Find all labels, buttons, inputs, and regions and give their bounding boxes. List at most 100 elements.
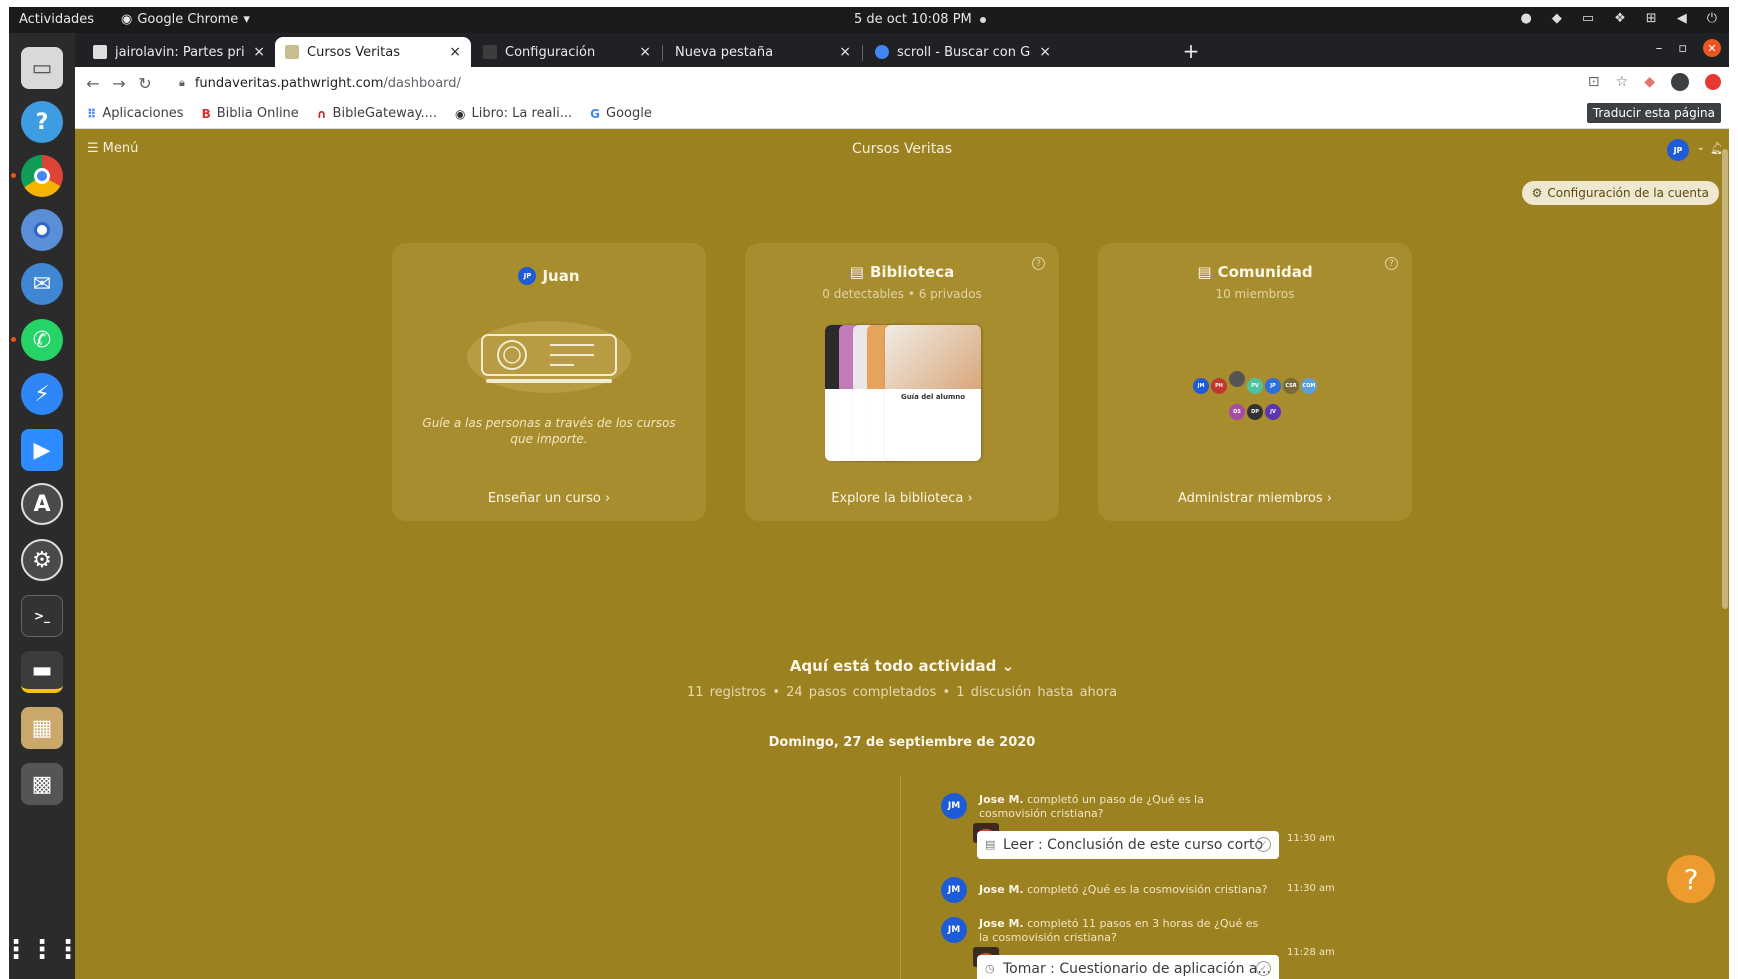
account-settings-button[interactable]: ⚙ Configuración de la cuenta	[1521, 181, 1719, 205]
maximize-icon[interactable]: ▫	[1678, 41, 1687, 56]
member-avatar[interactable]	[1229, 371, 1245, 387]
window-close-icon[interactable]: ✕	[1703, 39, 1721, 57]
member-avatar[interactable]: COM	[1301, 378, 1317, 394]
chrome-icon[interactable]	[21, 155, 63, 197]
minimize-icon[interactable]: –	[1656, 41, 1663, 56]
activity-title[interactable]: Aquí está todo actividad ⌄	[75, 657, 1729, 675]
help-circle-icon[interactable]: ?	[1385, 257, 1398, 270]
activity-title-text: Aquí está todo actividad	[789, 657, 997, 675]
activity-action[interactable]: completó ¿Qué es la cosmovisión cristian…	[1024, 883, 1267, 896]
chromium-icon[interactable]	[21, 209, 63, 251]
bookmark-libro[interactable]: ◉ Libro: La reali...	[455, 106, 572, 121]
activity-avatar[interactable]: JM	[941, 793, 967, 819]
dropbox-tray-icon[interactable]: ❖	[1614, 11, 1626, 26]
whatsapp-tray-icon[interactable]: ●	[1521, 11, 1532, 26]
close-icon[interactable]: ×	[253, 44, 265, 60]
chevron-down-icon[interactable]: ⌄	[1697, 142, 1705, 153]
reading-icon: ▤	[985, 838, 996, 851]
bookmark-star-icon[interactable]: ☆	[1616, 74, 1629, 90]
member-avatar[interactable]: DS	[1229, 404, 1245, 420]
messenger-icon[interactable]: ⚡	[21, 373, 63, 415]
translate-icon[interactable]: ⊡	[1588, 74, 1600, 90]
member-avatar[interactable]: CSR	[1283, 378, 1299, 394]
tab-title: scroll - Buscar con Google	[897, 44, 1031, 60]
image-viewer-icon[interactable]: ▩	[21, 763, 63, 805]
help-chat-button[interactable]: ?	[1667, 855, 1715, 903]
member-avatar[interactable]: PH	[1211, 378, 1227, 394]
activity-user[interactable]: Jose M.	[979, 793, 1024, 806]
tab-scroll-buscar[interactable]: scroll - Buscar con Google ×	[865, 37, 1061, 67]
bookmark-google[interactable]: G Google	[590, 106, 652, 121]
url-path: /dashboard/	[383, 75, 461, 91]
tab-cursos-veritas[interactable]: Cursos Veritas ×	[275, 37, 471, 67]
activity-time: 11:28 am	[1287, 947, 1335, 958]
shield-tray-icon[interactable]: ◆	[1552, 11, 1562, 26]
member-avatar[interactable]: JM	[1193, 378, 1209, 394]
bookmark-aplicaciones[interactable]: ⠿ Aplicaciones	[87, 106, 184, 121]
extension-shield-icon[interactable]: ◆	[1644, 74, 1655, 90]
step-card[interactable]: ▤ Leer : Conclusión de este curso corto …	[977, 831, 1279, 859]
activity-user[interactable]: Jose M.	[979, 917, 1024, 930]
chrome-app-icon: ◉	[121, 12, 133, 27]
user-avatar[interactable]: JP	[1667, 139, 1689, 161]
scrollbar-thumb[interactable]	[1722, 149, 1728, 609]
member-avatar[interactable]: DP	[1247, 404, 1263, 420]
activity-user[interactable]: Jose M.	[979, 883, 1024, 896]
member-avatar[interactable]: JV	[1265, 404, 1281, 420]
reload-icon[interactable]: ↻	[135, 73, 155, 93]
zoom-icon[interactable]: ▶	[21, 429, 63, 471]
close-icon[interactable]: ×	[839, 44, 851, 60]
monitor-icon[interactable]: ▬	[21, 651, 63, 693]
power-icon[interactable]: ⏻	[1707, 11, 1717, 26]
teach-course-link[interactable]: Enseñar un curso ›	[392, 491, 706, 506]
whatsapp-icon[interactable]: ✆	[21, 319, 63, 361]
tab-nueva-pestana[interactable]: Nueva pestaña ×	[665, 37, 861, 67]
biblegateway-favicon-icon: ∩	[316, 106, 327, 121]
address-bar[interactable]: 🔒︎ fundaveritas.pathwright.com/dashboard…	[179, 71, 1639, 95]
tab-jairolavin[interactable]: jairolavin: Partes principa ×	[83, 37, 275, 67]
community-card-subtitle: 10 miembros	[1215, 287, 1295, 301]
app-menu[interactable]: ◉ Google Chrome ▾	[121, 12, 250, 27]
terminal-icon[interactable]: >_	[21, 595, 63, 637]
activity-avatar[interactable]: JM	[941, 917, 967, 943]
book-cover-guia[interactable]: Guía del alumno	[885, 325, 981, 461]
toolbar-actions: ⊡ ☆ ◆	[1588, 73, 1721, 91]
close-icon[interactable]: ×	[1039, 44, 1051, 60]
bookmark-label: Google	[606, 106, 652, 121]
teach-card-title: JP Juan	[392, 267, 706, 285]
extension-red-icon[interactable]	[1705, 74, 1721, 90]
profile-avatar-icon[interactable]	[1671, 73, 1689, 91]
network-icon[interactable]: ⊞	[1646, 11, 1657, 26]
clock-label: 5 de oct 10:08 PM	[854, 12, 972, 27]
page-scrollbar[interactable]	[1721, 129, 1729, 979]
manage-members-link[interactable]: Administrar miembros ›	[1098, 491, 1412, 506]
bookmark-biblia-online[interactable]: B Biblia Online	[202, 106, 299, 121]
close-icon[interactable]: ×	[639, 44, 651, 60]
new-tab-button[interactable]: +	[1177, 37, 1205, 65]
files-icon[interactable]: ▭	[21, 47, 63, 89]
settings-gear-icon[interactable]: ⚙	[21, 539, 63, 581]
archive-manager-icon[interactable]: ▦	[21, 707, 63, 749]
activities-button[interactable]: Actividades	[19, 12, 94, 27]
software-center-icon[interactable]: A	[21, 483, 63, 525]
explore-library-link[interactable]: Explore la biblioteca ›	[745, 491, 1059, 506]
tab-configuracion[interactable]: Configuración ×	[473, 37, 661, 67]
bookmark-biblegateway[interactable]: ∩ BibleGateway....	[317, 106, 437, 121]
activity-avatar[interactable]: JM	[941, 877, 967, 903]
help-circle-icon[interactable]: ?	[1032, 257, 1045, 270]
back-arrow-icon[interactable]: ←	[83, 73, 103, 93]
teach-card: JP Juan Guíe a las personas a través de …	[392, 243, 706, 521]
forward-arrow-icon[interactable]: →	[109, 73, 129, 93]
step-card[interactable]: ◷ Tomar : Cuestionario de aplicación a..…	[977, 955, 1279, 979]
member-avatar[interactable]: JP	[1265, 378, 1281, 394]
clock[interactable]: 5 de oct 10:08 PM	[854, 12, 986, 27]
close-icon[interactable]: ×	[449, 44, 461, 60]
member-avatar[interactable]: PV	[1247, 378, 1263, 394]
volume-icon[interactable]: ◀	[1677, 11, 1687, 26]
display-tray-icon[interactable]: ▭	[1582, 11, 1594, 26]
help-icon[interactable]: ?	[21, 101, 63, 143]
system-tray[interactable]: ● ◆ ▭ ❖ ⊞ ◀ ⏻	[1521, 11, 1718, 26]
show-applications-icon[interactable]: ⋮⋮⋮	[9, 929, 81, 971]
thunderbird-icon[interactable]: ✉	[21, 263, 63, 305]
activity-time: 11:30 am	[1287, 833, 1335, 844]
